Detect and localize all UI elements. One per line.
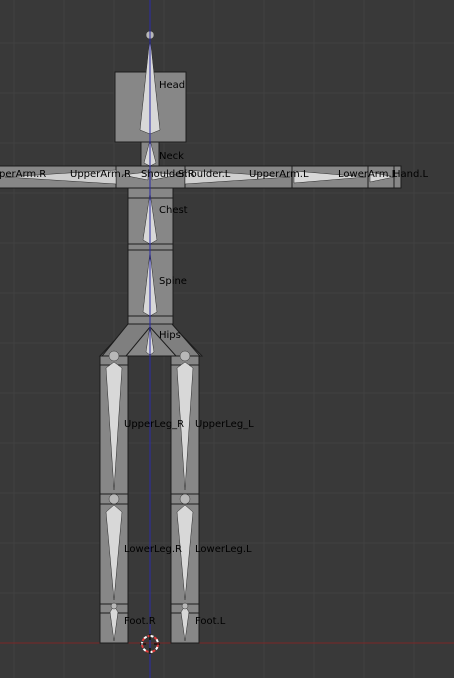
grid: [0, 0, 454, 678]
armature-mesh[interactable]: [0, 71, 402, 644]
3d-viewport[interactable]: Head Neck perArm.R UpperArm.R Shoulder.R…: [0, 0, 454, 678]
viewport-canvas[interactable]: [0, 0, 454, 678]
